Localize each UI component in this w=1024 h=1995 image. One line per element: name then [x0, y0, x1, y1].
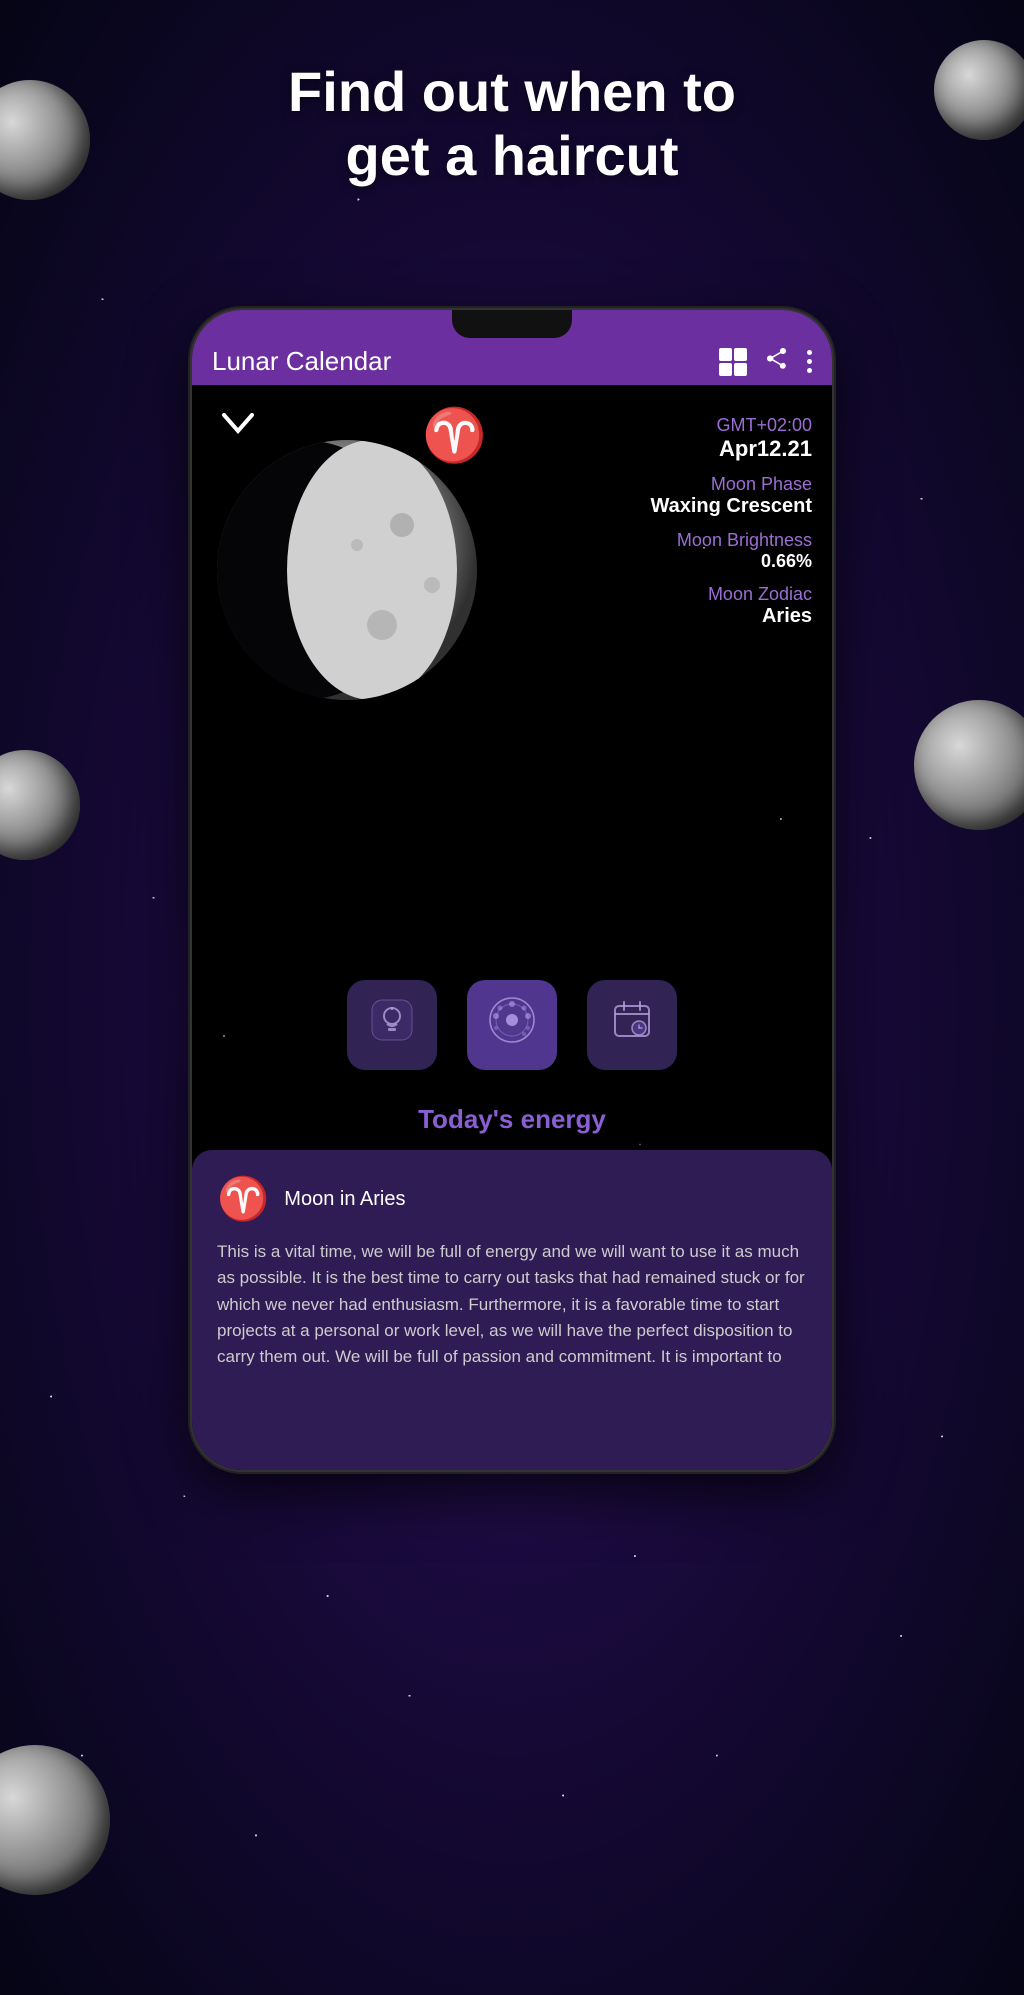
moon-info-panel: GMT+02:00 Apr12.21 Moon Phase Waxing Cre… [650, 415, 812, 628]
energy-card-header: ♈ Moon in Aries [217, 1175, 807, 1224]
energy-card: ♈ Moon in Aries This is a vital time, we… [192, 1150, 832, 1470]
calendar-button[interactable] [587, 980, 677, 1070]
energy-card-subtitle: Moon in Aries [284, 1188, 405, 1211]
energy-section-title: Today's energy [192, 1104, 832, 1135]
timezone-label: GMT+02:00 [650, 415, 812, 436]
page-title: Find out when to get a haircut [0, 60, 1024, 189]
lightbulb-icon [370, 998, 414, 1052]
zodiac-aries-symbol: ♈ [422, 405, 487, 466]
phase-label: Moon Phase [650, 474, 812, 495]
chevron-down-icon[interactable] [222, 410, 254, 442]
grid-icon[interactable] [719, 348, 747, 376]
zodiac-value: Aries [650, 605, 812, 628]
action-buttons-row [192, 980, 832, 1070]
more-icon[interactable] [807, 350, 812, 374]
app-bar-actions [719, 347, 812, 377]
zodiac-label: Moon Zodiac [650, 584, 812, 605]
energy-card-body: This is a vital time, we will be full of… [217, 1239, 807, 1371]
phone-content: ♈ [192, 385, 832, 1470]
moon-phases-button[interactable] [467, 980, 557, 1070]
date-display: Apr12.21 [650, 436, 812, 462]
app-title: Lunar Calendar [212, 346, 719, 377]
info-button[interactable] [347, 980, 437, 1070]
phone-frame: Lunar Calendar [192, 310, 832, 1470]
calendar-icon [610, 998, 654, 1052]
brightness-label: Moon Brightness [650, 530, 812, 551]
moon-phase-image [202, 425, 492, 715]
phone-notch [452, 310, 572, 338]
share-icon[interactable] [765, 347, 789, 377]
aries-symbol-card: ♈ [217, 1175, 269, 1224]
moon-phases-icon [486, 994, 538, 1056]
brightness-value: 0.66% [650, 551, 812, 572]
phone-mockup: Lunar Calendar [192, 310, 832, 1470]
phase-value: Waxing Crescent [650, 495, 812, 518]
